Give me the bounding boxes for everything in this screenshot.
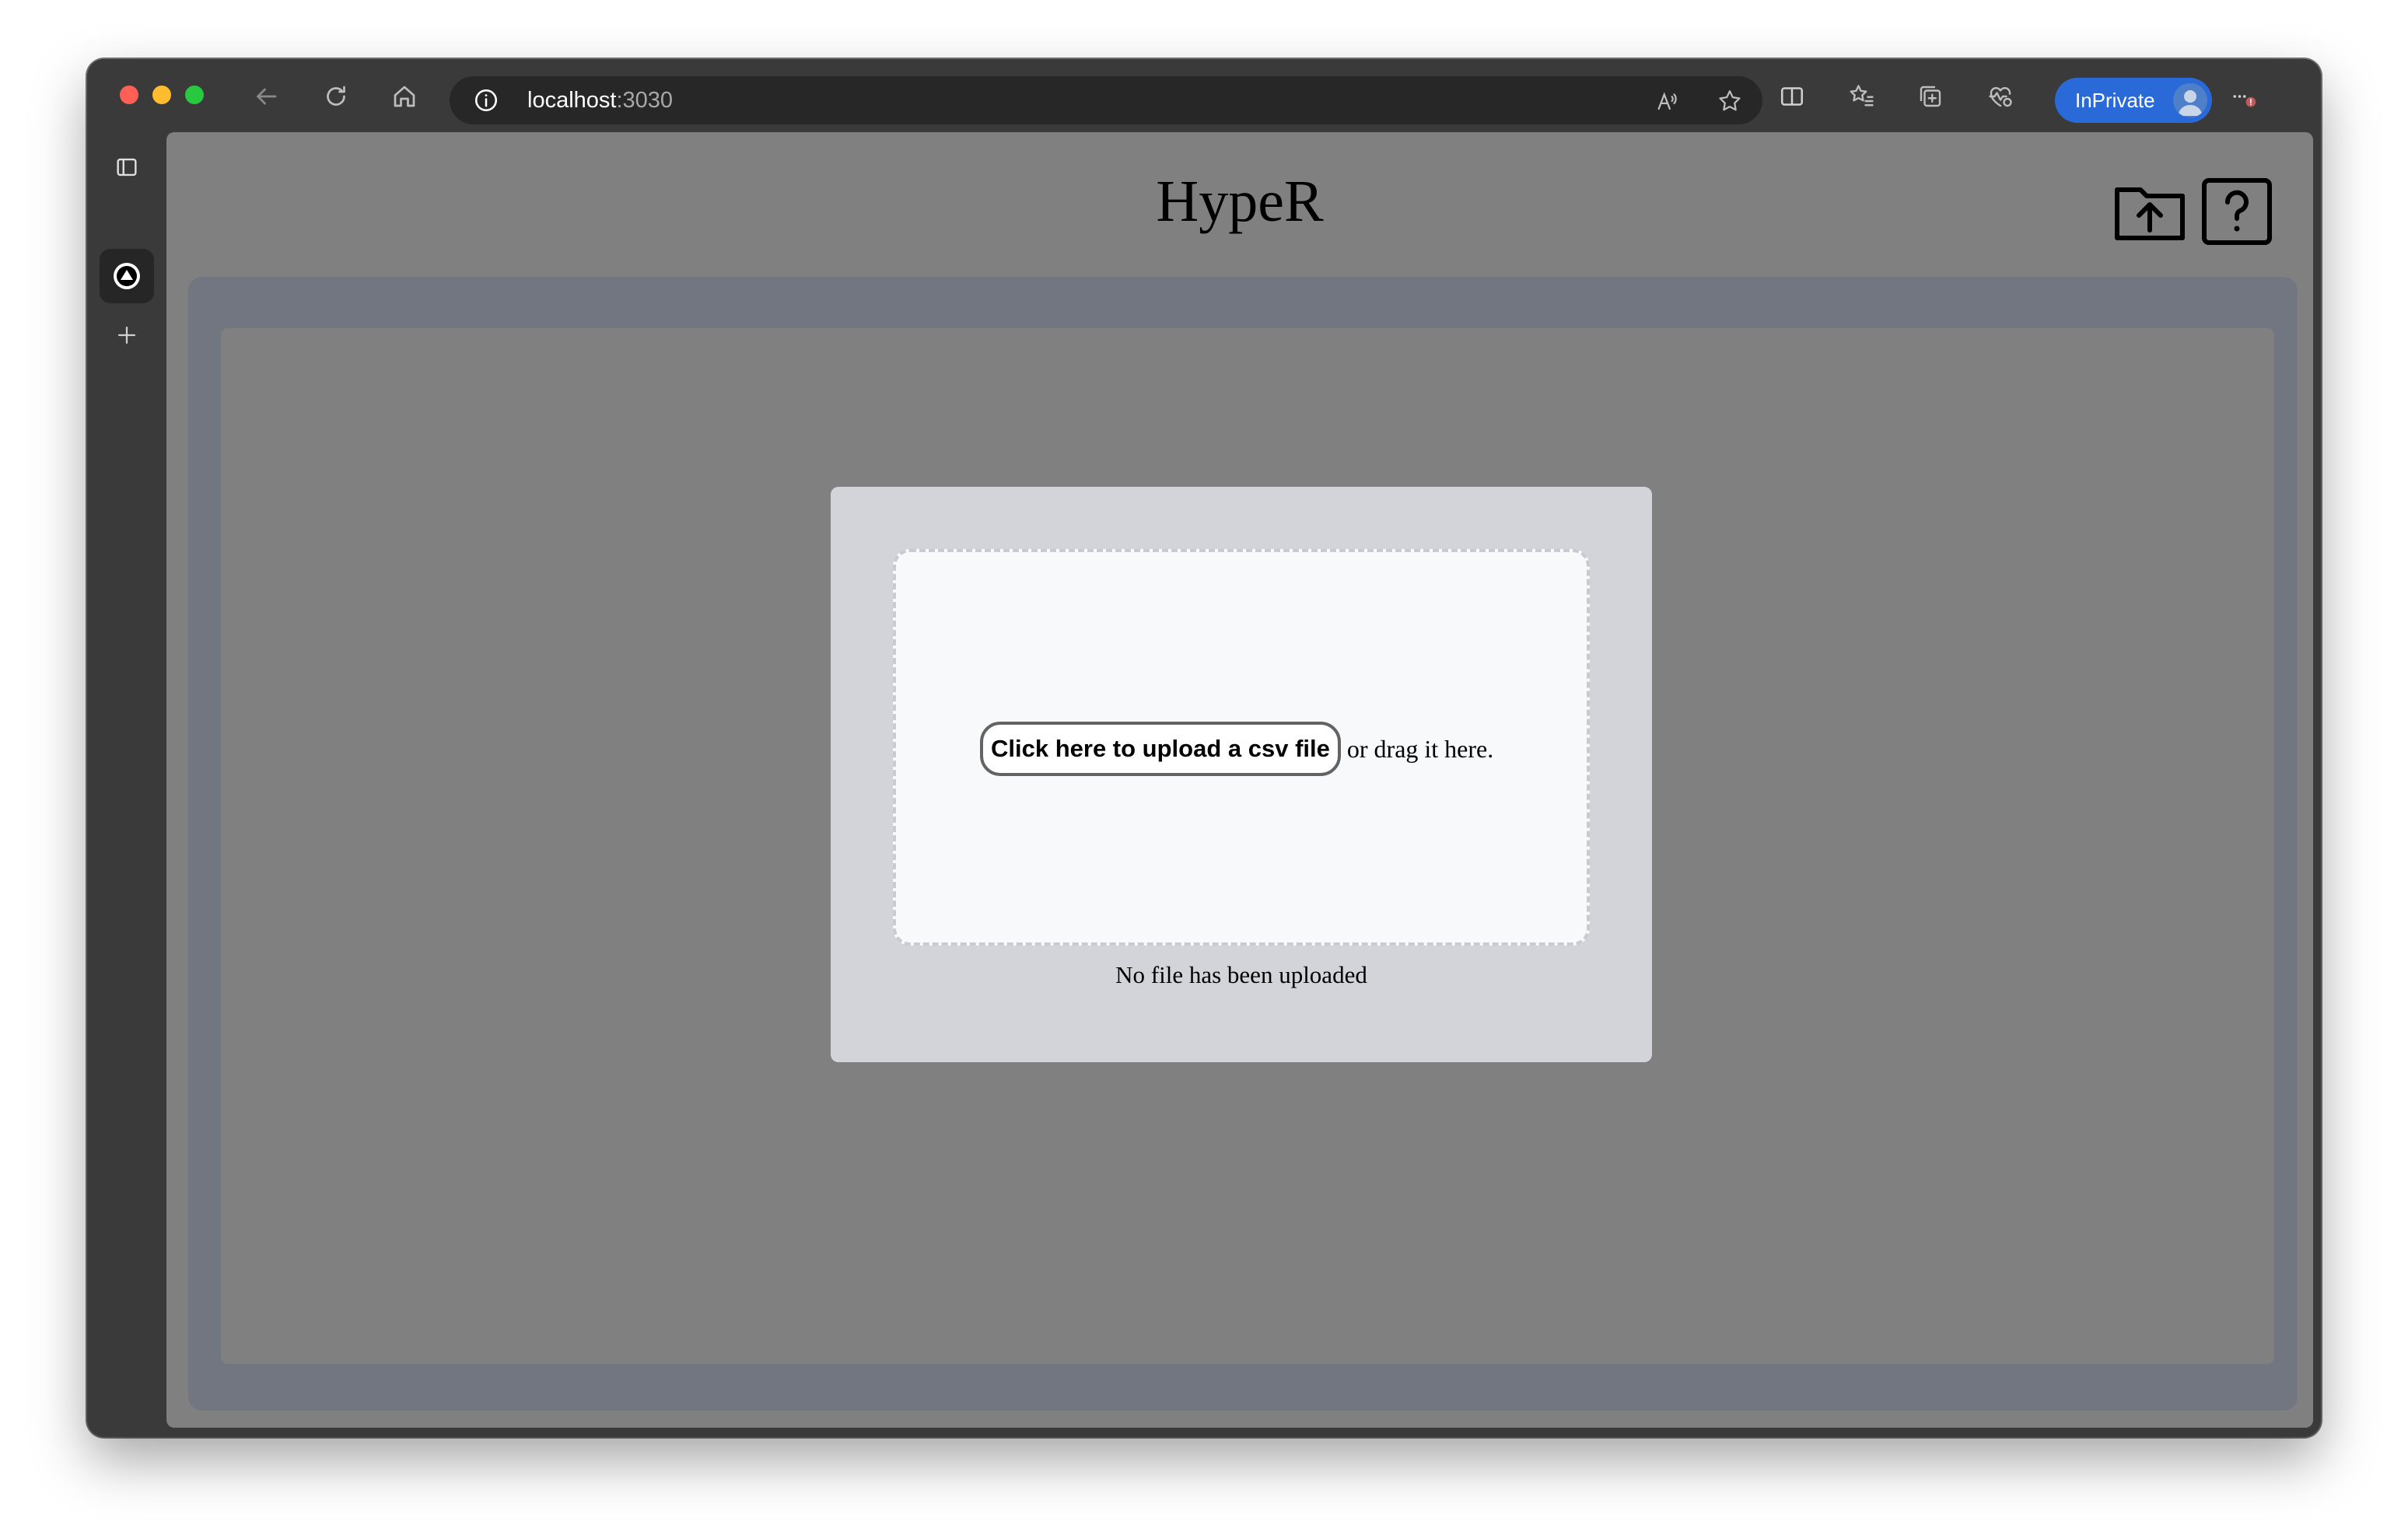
collections-icon[interactable]: [1915, 81, 1946, 112]
url-port: :3030: [616, 88, 674, 113]
tab-favicon: [114, 263, 140, 289]
split-screen-icon[interactable]: [1776, 81, 1808, 112]
browser-toolbar: localhost:3030 InPrivate: [87, 59, 2321, 132]
refresh-icon[interactable]: [320, 81, 352, 112]
info-icon[interactable]: [473, 87, 499, 114]
address-bar[interactable]: localhost:3030: [450, 76, 1762, 124]
back-arrow-icon[interactable]: [250, 81, 282, 112]
app-title: HypeR: [1156, 169, 1324, 234]
folder-upload-icon[interactable]: [2112, 174, 2187, 249]
page-viewport: HypeR Click here to upload a csv file or…: [166, 132, 2313, 1428]
star-icon[interactable]: [1714, 86, 1745, 117]
upload-csv-button[interactable]: Click here to upload a csv file: [980, 722, 1341, 776]
inprivate-label: InPrivate: [2075, 89, 2155, 112]
more-icon[interactable]: [2228, 81, 2259, 112]
upload-prompt: Click here to upload a csv file or drag …: [980, 722, 1493, 776]
tab-actions-icon[interactable]: [106, 146, 148, 188]
vertical-tabs-sidebar: [87, 132, 166, 1437]
url-host: localhost: [527, 88, 617, 113]
active-tab[interactable]: [100, 249, 154, 303]
new-tab-icon[interactable]: [106, 314, 148, 356]
drag-hint-text: or drag it here.: [1346, 734, 1494, 763]
minimize-window-button[interactable]: [152, 86, 171, 104]
file-dropzone[interactable]: Click here to upload a csv file or drag …: [893, 549, 1590, 946]
main-panel: Click here to upload a csv file or drag …: [188, 277, 2298, 1411]
close-window-button[interactable]: [120, 86, 138, 104]
zoom-window-button[interactable]: [185, 86, 204, 104]
help-icon[interactable]: [2200, 174, 2274, 249]
inprivate-button[interactable]: InPrivate: [2055, 78, 2212, 123]
content-area: Click here to upload a csv file or drag …: [221, 328, 2274, 1364]
favorites-icon[interactable]: [1846, 81, 1878, 112]
read-aloud-icon[interactable]: [1652, 86, 1683, 117]
upload-card: Click here to upload a csv file or drag …: [831, 487, 1652, 1062]
browser-window: localhost:3030 InPrivate HypeR Click her…: [87, 59, 2321, 1437]
heart-pulse-icon[interactable]: [1985, 81, 2016, 112]
upload-status-text: No file has been uploaded: [1115, 961, 1367, 988]
profile-avatar-icon: [2173, 83, 2207, 117]
url-text[interactable]: localhost:3030: [527, 87, 673, 114]
home-icon[interactable]: [389, 81, 420, 112]
